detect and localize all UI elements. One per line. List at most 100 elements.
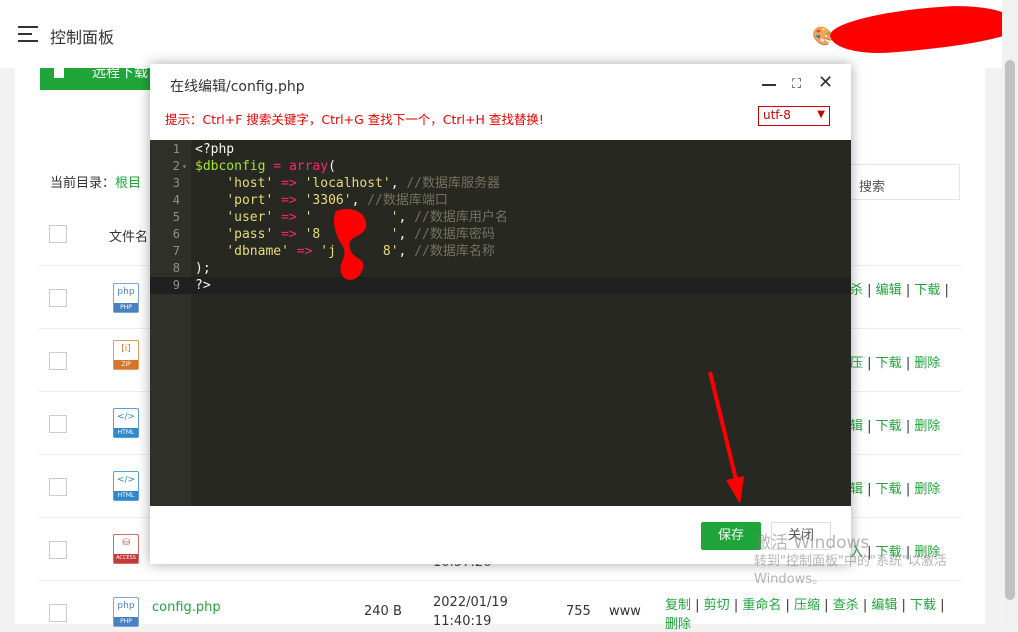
- code-line[interactable]: 2 ▾ $dbconfig = array(: [150, 158, 851, 175]
- row-checkbox[interactable]: [49, 478, 67, 496]
- save-button[interactable]: 保存: [701, 522, 761, 550]
- op-cut[interactable]: 剪切: [704, 598, 730, 613]
- minimize-icon[interactable]: [762, 84, 776, 86]
- code-line[interactable]: 9 ?>: [150, 277, 851, 294]
- line-number: 2: [172, 159, 180, 173]
- code-token: );: [195, 261, 211, 276]
- op-rename[interactable]: 重命名: [742, 598, 781, 613]
- code-token: 'localhost': [304, 176, 391, 191]
- html-file-icon: </> HTML: [113, 408, 139, 438]
- editor-shortcut-tip: 提示：Ctrl+F 搜索关键字，Ctrl+G 查找下一个，Ctrl+H 查找替换…: [165, 112, 544, 127]
- line-number: 7: [172, 244, 180, 258]
- file-size: 240 B: [364, 604, 402, 619]
- code-text: 'host' => 'localhost', //数据库服务器: [195, 175, 500, 192]
- encoding-value: utf-8: [763, 108, 791, 122]
- row-checkbox[interactable]: [49, 415, 67, 433]
- row-checkbox[interactable]: [49, 541, 67, 559]
- op-scan[interactable]: 查杀: [833, 598, 859, 613]
- row-checkbox[interactable]: [49, 289, 67, 307]
- op-scan[interactable]: 杀: [850, 283, 863, 298]
- code-token: =>: [281, 210, 297, 225]
- code-glyph: </>: [116, 475, 136, 485]
- row-checkbox[interactable]: [49, 604, 67, 622]
- code-line[interactable]: 7 'dbname' => 'j 8', //数据库名称: [150, 243, 851, 260]
- encoding-select[interactable]: utf-8 ▼: [758, 106, 830, 126]
- code-line[interactable]: 4 'port' => '3306', //数据库端口: [150, 192, 851, 209]
- code-token: ,: [390, 176, 407, 191]
- file-owner: www: [609, 604, 641, 619]
- php-glyph: php: [117, 287, 135, 297]
- op-download[interactable]: 下载: [876, 419, 902, 434]
- code-line[interactable]: 8);: [150, 260, 851, 277]
- code-line[interactable]: 6 'pass' => '8 ', //数据库密码: [150, 226, 851, 243]
- op-delete[interactable]: 删除: [914, 356, 940, 371]
- search-button[interactable]: 搜索: [848, 164, 960, 200]
- file-ext-tag: HTML: [114, 491, 138, 500]
- chevron-down-icon: ▼: [817, 109, 825, 120]
- fold-icon[interactable]: ▾: [182, 158, 187, 175]
- code-token: =>: [296, 244, 313, 259]
- windows-activation-watermark: 激活 Windows: [754, 533, 870, 553]
- op-edit[interactable]: 辑: [850, 419, 863, 434]
- scrollbar-thumb[interactable]: [1005, 60, 1015, 600]
- access-file-icon: ⛁ ACCESS: [113, 534, 139, 564]
- file-permission[interactable]: 755: [566, 604, 591, 619]
- hamburger-icon[interactable]: [18, 26, 38, 42]
- redaction-mark: [334, 208, 367, 280]
- op-delete[interactable]: 删除: [914, 482, 940, 497]
- code-glyph: </>: [116, 412, 136, 422]
- op-download[interactable]: 下载: [876, 356, 902, 371]
- code-line[interactable]: 3 'host' => 'localhost', //数据库服务器: [150, 175, 851, 192]
- remote-download-label: 远程下载: [92, 65, 148, 81]
- file-name-link[interactable]: config.php: [152, 600, 221, 615]
- code-line[interactable]: 1 <?php: [150, 141, 851, 158]
- op-delete[interactable]: 删除: [914, 419, 940, 434]
- activation-hint-line: Windows。: [754, 572, 826, 587]
- code-text: 'port' => '3306', //数据库端口: [195, 192, 448, 209]
- op-download[interactable]: 下载: [876, 482, 902, 497]
- op-edit[interactable]: 编辑: [876, 283, 902, 298]
- op-delete[interactable]: 删除: [665, 617, 691, 632]
- code-token: ,: [398, 244, 415, 259]
- code-token: //数据库密码: [414, 227, 495, 242]
- current-directory-link[interactable]: 根目: [115, 176, 141, 191]
- zip-glyph: [i]: [121, 344, 131, 354]
- code-token: 'dbname': [226, 244, 289, 259]
- editor-title: 在线编辑/config.php: [170, 79, 305, 95]
- code-text: );: [195, 260, 211, 277]
- op-download[interactable]: 下载: [910, 598, 936, 613]
- code-token: =>: [281, 227, 297, 242]
- select-all-checkbox[interactable]: [49, 225, 67, 243]
- maximize-icon[interactable]: ⛶: [792, 77, 801, 92]
- page-title: 控制面板: [50, 28, 115, 47]
- file-date: 2022/01/19: [433, 595, 508, 610]
- line-number: 5: [172, 210, 180, 224]
- code-token: //数据库端口: [367, 193, 448, 208]
- code-line[interactable]: 5 'user' => ' ', //数据库用户名: [150, 209, 851, 226]
- op-compress[interactable]: 压缩: [794, 598, 820, 613]
- row-operations-line2: 删除: [665, 613, 691, 632]
- page-scrollbar[interactable]: [1002, 0, 1018, 624]
- row-operations: 杀 | 编辑 | 下载 |: [850, 283, 949, 298]
- line-number: 4: [172, 193, 180, 207]
- op-copy[interactable]: 复制: [665, 598, 691, 613]
- code-token: 'port': [226, 193, 274, 208]
- code-token: =>: [281, 176, 297, 191]
- close-icon[interactable]: ✕: [818, 72, 833, 93]
- op-edit[interactable]: 辑: [850, 482, 863, 497]
- row-checkbox[interactable]: [49, 352, 67, 370]
- op-download[interactable]: 下载: [914, 283, 940, 298]
- op-edit[interactable]: 编辑: [871, 598, 897, 613]
- line-number: 8: [172, 261, 180, 275]
- code-token: 'user': [226, 210, 274, 225]
- zip-file-icon: [i] ZIP: [113, 340, 139, 370]
- op-extract[interactable]: 压: [850, 356, 863, 371]
- row-operations: 复制 | 剪切 | 重命名 | 压缩 | 查杀 | 编辑 | 下载 |: [665, 598, 945, 613]
